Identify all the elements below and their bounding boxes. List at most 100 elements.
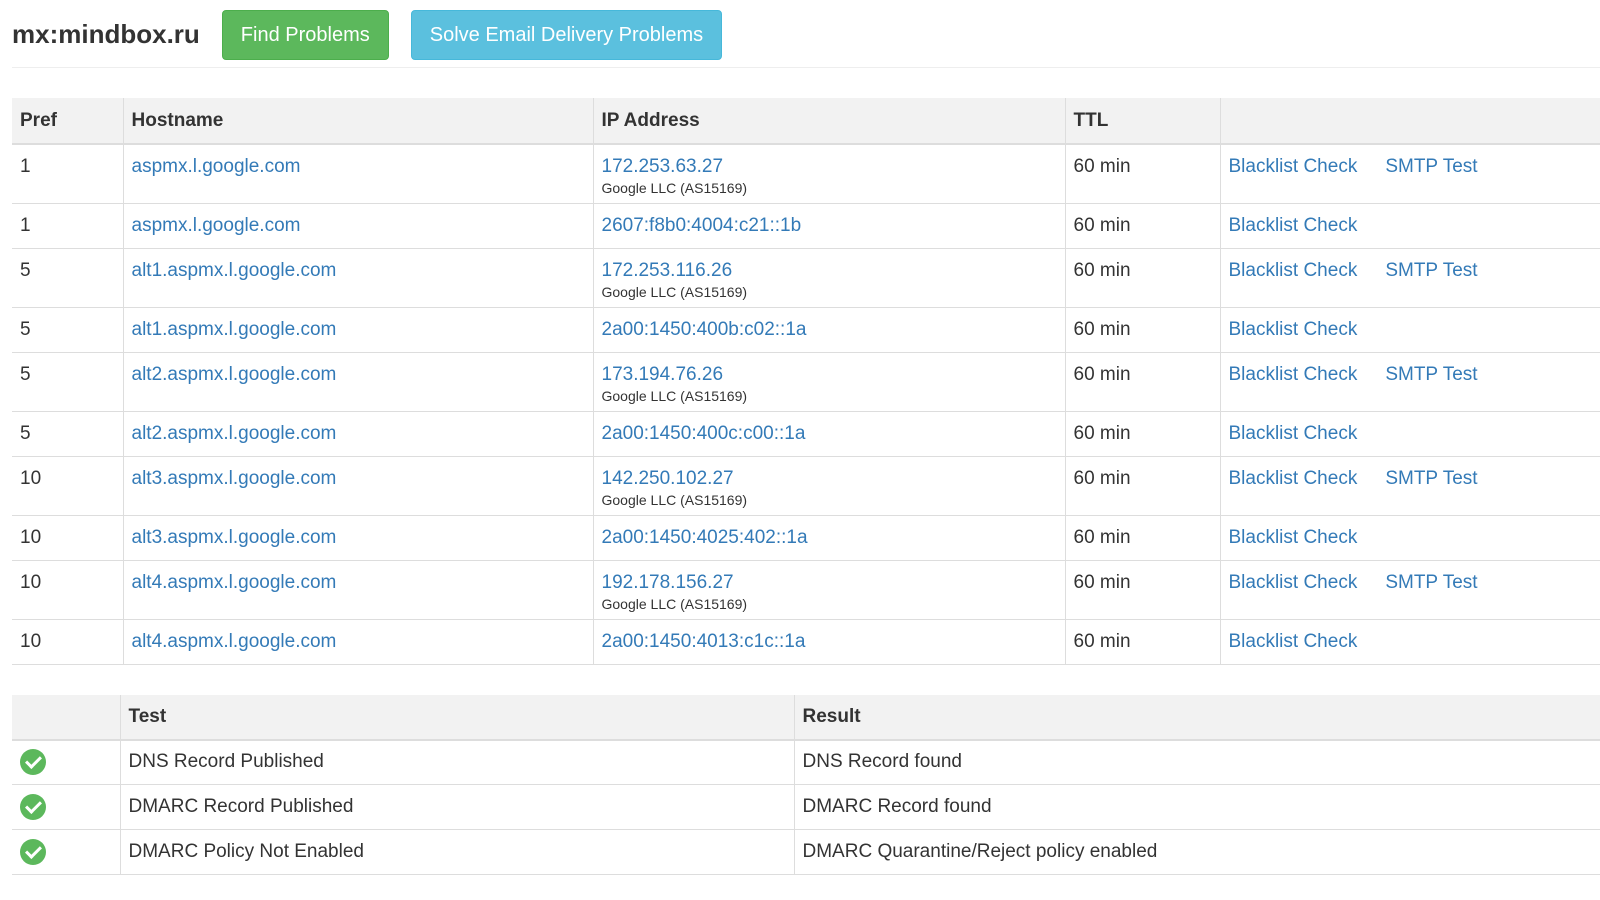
blacklist-check-link[interactable]: Blacklist Check [1229,423,1358,444]
page: mx:mindbox.ru Find Problems Solve Email … [0,0,1600,900]
actions-cell: Blacklist Check SMTP Test [1219,456,1600,516]
actions-cell: Blacklist Check [1219,619,1600,665]
ip-address-link[interactable]: 2a00:1450:400b:c02::1a [602,319,807,340]
find-problems-button[interactable]: Find Problems [221,9,389,60]
ip-cell: 2a00:1450:4025:402::1a [592,515,1065,561]
ip-cell: 2a00:1450:400c:c00::1a [592,411,1065,457]
blacklist-check-link[interactable]: Blacklist Check [1229,215,1358,236]
test-results-table: Test Result DNS Record Published DNS Reco… [12,694,1600,875]
hostname-link[interactable]: aspmx.l.google.com [132,156,301,177]
blacklist-check-link[interactable]: Blacklist Check [1229,468,1358,489]
hostname-cell: alt4.aspmx.l.google.com [122,619,593,665]
actions-cell: Blacklist Check SMTP Test [1219,560,1600,620]
ip-address-link[interactable]: 172.253.116.26 [602,260,733,281]
mx-records-table: Pref Hostname IP Address TTL 1 aspmx.l.go… [12,98,1600,665]
table-row: 5 alt2.aspmx.l.google.com 173.194.76.26 Goo… [12,352,1600,412]
hostname-link[interactable]: aspmx.l.google.com [132,215,301,236]
hostname-link[interactable]: alt3.aspmx.l.google.com [132,527,337,548]
test-result-cell: DMARC Record found [793,784,1600,830]
status-cell [12,784,120,830]
hostname-cell: aspmx.l.google.com [122,144,593,204]
hostname-cell: aspmx.l.google.com [122,203,593,249]
hostname-link[interactable]: alt3.aspmx.l.google.com [132,468,337,489]
ip-address-link[interactable]: 192.178.156.27 [602,572,734,593]
smtp-test-link[interactable]: SMTP Test [1385,572,1477,593]
table-row: 10 alt3.aspmx.l.google.com 2a00:1450:4025:… [12,515,1600,561]
ip-address-link[interactable]: 2a00:1450:400c:c00::1a [602,423,806,444]
ip-cell: 173.194.76.26 Google LLC (AS15169) [592,352,1065,412]
smtp-test-link[interactable]: SMTP Test [1385,260,1477,281]
table-row: 1 aspmx.l.google.com 172.253.63.27 Google L… [12,144,1600,204]
blacklist-check-link[interactable]: Blacklist Check [1229,527,1358,548]
hostname-cell: alt2.aspmx.l.google.com [122,411,593,457]
ip-address-link[interactable]: 172.253.63.27 [602,156,724,177]
table-row: DMARC Policy Not Enabled DMARC Quarantine… [12,829,1600,875]
column-header-test: Test [119,694,794,741]
hostname-link[interactable]: alt1.aspmx.l.google.com [132,319,337,340]
hostname-cell: alt4.aspmx.l.google.com [122,560,593,620]
actions-cell: Blacklist Check [1219,203,1600,249]
column-header-actions [1219,98,1600,145]
test-result-cell: DNS Record found [793,739,1600,785]
hostname-cell: alt3.aspmx.l.google.com [122,456,593,516]
test-name-cell: DMARC Policy Not Enabled [119,829,794,875]
test-name-cell: DMARC Record Published [119,784,794,830]
smtp-test-link[interactable]: SMTP Test [1385,364,1477,385]
pref-cell: 5 [12,352,123,412]
ip-cell: 172.253.116.26 Google LLC (AS15169) [592,248,1065,308]
table-row: 1 aspmx.l.google.com 2607:f8b0:4004:c21::1… [12,203,1600,249]
ttl-cell: 60 min [1064,411,1220,457]
ip-cell: 172.253.63.27 Google LLC (AS15169) [592,144,1065,204]
solve-email-delivery-problems-button[interactable]: Solve Email Delivery Problems [410,9,723,60]
pref-cell: 10 [12,456,123,516]
smtp-test-link[interactable]: SMTP Test [1385,156,1477,177]
blacklist-check-link[interactable]: Blacklist Check [1229,260,1358,281]
asn-label: Google LLC (AS15169) [601,283,748,300]
pref-cell: 10 [12,515,123,561]
actions-cell: Blacklist Check SMTP Test [1219,144,1600,204]
blacklist-check-link[interactable]: Blacklist Check [1229,156,1358,177]
ip-cell: 2a00:1450:4013:c1c::1a [592,619,1065,665]
ip-address-link[interactable]: 2607:f8b0:4004:c21::1b [602,215,802,236]
ip-cell: 2607:f8b0:4004:c21::1b [592,203,1065,249]
hostname-cell: alt1.aspmx.l.google.com [122,248,593,308]
asn-label: Google LLC (AS15169) [601,387,748,404]
actions-cell: Blacklist Check [1219,411,1600,457]
pref-cell: 5 [12,248,123,308]
hostname-link[interactable]: alt1.aspmx.l.google.com [132,260,337,281]
blacklist-check-link[interactable]: Blacklist Check [1229,319,1358,340]
blacklist-check-link[interactable]: Blacklist Check [1229,631,1358,652]
column-header-result: Result [793,694,1600,741]
table-row: 5 alt2.aspmx.l.google.com 2a00:1450:400c:c… [12,411,1600,457]
ttl-cell: 60 min [1064,619,1220,665]
blacklist-check-link[interactable]: Blacklist Check [1229,572,1358,593]
ip-cell: 142.250.102.27 Google LLC (AS15169) [592,456,1065,516]
table-row: DMARC Record Published DMARC Record found [12,784,1600,830]
pref-cell: 5 [12,411,123,457]
mx-table-header-row: Pref Hostname IP Address TTL [12,98,1600,145]
table-row: 5 alt1.aspmx.l.google.com 2a00:1450:400b:c… [12,307,1600,353]
pref-cell: 10 [12,619,123,665]
table-row: 5 alt1.aspmx.l.google.com 172.253.116.26 Go… [12,248,1600,308]
ip-address-link[interactable]: 2a00:1450:4025:402::1a [602,527,808,548]
hostname-link[interactable]: alt4.aspmx.l.google.com [132,572,337,593]
hostname-cell: alt2.aspmx.l.google.com [122,352,593,412]
hostname-link[interactable]: alt4.aspmx.l.google.com [132,631,337,652]
ttl-cell: 60 min [1064,307,1220,353]
ip-address-link[interactable]: 2a00:1450:4013:c1c::1a [602,631,806,652]
ttl-cell: 60 min [1064,144,1220,204]
table-row: 10 alt4.aspmx.l.google.com 2a00:1450:4013:… [12,619,1600,665]
ip-address-link[interactable]: 142.250.102.27 [602,468,734,489]
pref-cell: 1 [12,203,123,249]
hostname-link[interactable]: alt2.aspmx.l.google.com [132,423,337,444]
smtp-test-link[interactable]: SMTP Test [1385,468,1477,489]
table-row: 10 alt4.aspmx.l.google.com 192.178.156.27 G… [12,560,1600,620]
asn-label: Google LLC (AS15169) [601,180,748,196]
blacklist-check-link[interactable]: Blacklist Check [1229,364,1358,385]
column-header-ttl: TTL [1064,98,1220,145]
ip-address-link[interactable]: 173.194.76.26 [602,364,724,385]
column-header-ip-address: IP Address [592,98,1065,145]
actions-cell: Blacklist Check SMTP Test [1219,352,1600,412]
column-header-status [12,694,120,741]
hostname-link[interactable]: alt2.aspmx.l.google.com [132,364,337,385]
